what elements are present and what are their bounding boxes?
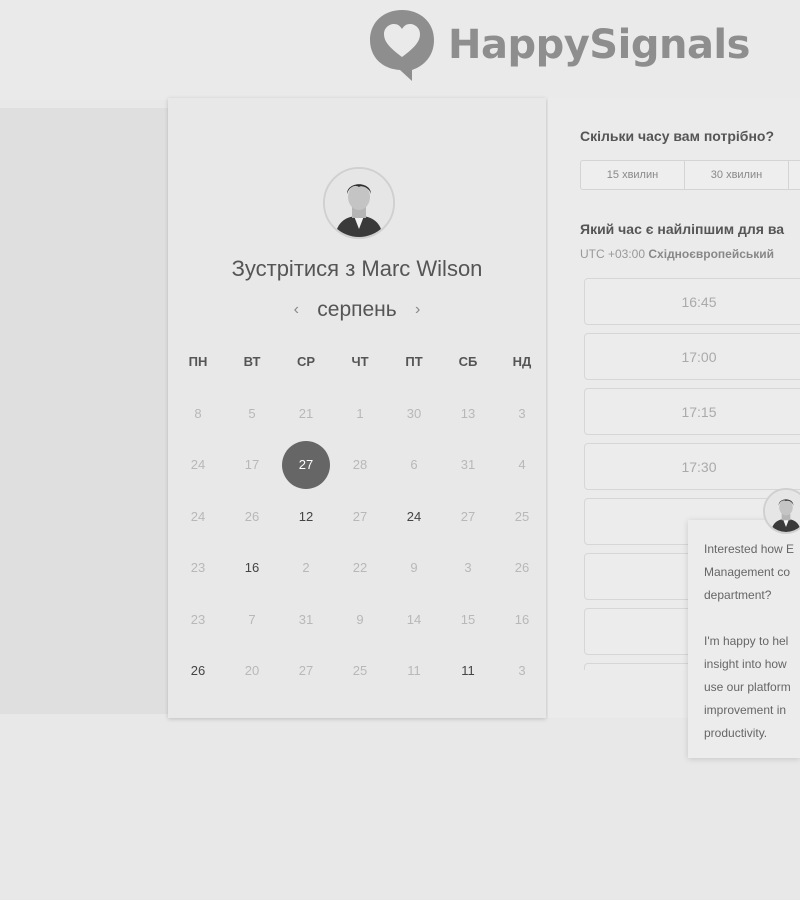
timezone-offset: UTC +03:00 <box>580 247 646 261</box>
calendar-day[interactable]: 20 <box>228 647 276 695</box>
calendar-day[interactable]: 1 <box>336 390 384 438</box>
time-question: Який час є найліпшим для ва <box>580 221 785 237</box>
calendar-day[interactable]: 16 <box>498 596 546 644</box>
calendar-day[interactable]: 2 <box>282 544 330 592</box>
time-slot[interactable]: 16:45 <box>584 278 800 325</box>
person-icon <box>325 169 393 237</box>
host-avatar <box>323 167 395 239</box>
calendar-day[interactable]: 26 <box>498 544 546 592</box>
duration-question: Скільки часу вам потрібно? <box>580 128 775 144</box>
header: HappySignals <box>0 0 800 100</box>
brand-name: HappySignals <box>448 22 750 68</box>
calendar-day[interactable]: 22 <box>336 544 384 592</box>
duration-option[interactable]: 15 хвилин <box>581 161 685 189</box>
person-icon <box>765 490 800 532</box>
calendar-day[interactable]: 4 <box>498 441 546 489</box>
timezone-label: UTC +03:00 Східноєвропейський <box>580 247 774 261</box>
duration-options: 15 хвилин 30 хвилин <box>580 160 800 190</box>
chat-message: Interested how E Management co departmen… <box>704 542 795 740</box>
calendar-day[interactable]: 11 <box>390 647 438 695</box>
calendar-day[interactable]: 31 <box>282 596 330 644</box>
weekday-header: ПН ВТ СР ЧТ ПТ СБ НД <box>169 354 547 376</box>
weekday-label: ПН <box>188 354 208 369</box>
weekday-label: НД <box>512 354 532 369</box>
calendar-day[interactable]: 26 <box>228 493 276 541</box>
calendar-day[interactable]: 27 <box>444 493 492 541</box>
calendar-day[interactable]: 9 <box>390 544 438 592</box>
calendar-day[interactable]: 27 <box>282 647 330 695</box>
calendar-day[interactable]: 11 <box>444 647 492 695</box>
calendar-day[interactable]: 15 <box>444 596 492 644</box>
time-slot-label: 17:15 <box>681 404 717 420</box>
calendar-day[interactable]: 27 <box>336 493 384 541</box>
month-label: серпень <box>317 298 397 321</box>
calendar-day[interactable]: 26 <box>174 647 222 695</box>
time-slot-label: 17:30 <box>681 459 717 475</box>
calendar-day[interactable]: 16 <box>228 544 276 592</box>
duration-option[interactable] <box>789 161 800 189</box>
weekday-label: СБ <box>458 354 478 369</box>
time-slot[interactable]: 17:15 <box>584 388 800 435</box>
time-slot[interactable]: 17:00 <box>584 333 800 380</box>
calendar-day[interactable]: 8 <box>174 390 222 438</box>
calendar-day[interactable]: 25 <box>336 647 384 695</box>
calendar-day[interactable]: 24 <box>390 493 438 541</box>
calendar-day[interactable]: 21 <box>282 390 330 438</box>
happysignals-logo[interactable]: HappySignals <box>368 8 750 82</box>
weekday-label: СР <box>296 354 316 369</box>
heart-speech-bubble-icon <box>370 10 434 81</box>
chat-popup: Interested how E Management co departmen… <box>688 520 800 758</box>
calendar-day[interactable]: 5 <box>228 390 276 438</box>
calendar-day[interactable]: 31 <box>444 441 492 489</box>
booking-card: Зустрітися з Marc Wilson ‹ серпень › ПН В… <box>168 98 546 718</box>
calendar-day[interactable]: 7 <box>228 596 276 644</box>
weekday-label: ЧТ <box>351 354 369 369</box>
calendar-grid: 8 5 21 1 30 13 3 24 17 27 28 6 31 4 24 26 12 27 24 27 25 23 16… <box>169 390 547 700</box>
left-panel <box>0 108 168 714</box>
duration-option[interactable]: 30 хвилин <box>685 161 789 189</box>
time-slot-label: 17:00 <box>681 349 717 365</box>
calendar-day[interactable]: 12 <box>282 493 330 541</box>
calendar-day[interactable]: 9 <box>336 596 384 644</box>
calendar-day[interactable]: 24 <box>174 493 222 541</box>
timezone-name: Східноєвропейський <box>648 247 775 261</box>
calendar-day[interactable]: 28 <box>336 441 384 489</box>
calendar-day[interactable]: 6 <box>390 441 438 489</box>
calendar-day[interactable]: 24 <box>174 441 222 489</box>
prev-month-icon[interactable]: ‹ <box>289 301 303 319</box>
weekday-label: ВТ <box>243 354 261 369</box>
calendar-day[interactable]: 14 <box>390 596 438 644</box>
calendar-day[interactable]: 23 <box>174 596 222 644</box>
meet-title: Зустрітися з Marc Wilson <box>231 256 483 281</box>
time-slot[interactable]: 17:30 <box>584 443 800 490</box>
calendar-day[interactable]: 13 <box>444 390 492 438</box>
calendar-day[interactable]: 25 <box>498 493 546 541</box>
calendar-day[interactable]: 27 <box>282 441 330 490</box>
calendar-day[interactable]: 3 <box>444 544 492 592</box>
month-navigator: ‹ серпень › <box>168 298 546 322</box>
calendar-day[interactable]: 30 <box>390 390 438 438</box>
time-slot-label: 16:45 <box>681 294 717 310</box>
calendar-day[interactable]: 3 <box>498 390 546 438</box>
next-month-icon[interactable]: › <box>411 301 425 319</box>
calendar-day[interactable]: 23 <box>174 544 222 592</box>
calendar-day[interactable]: 17 <box>228 441 276 489</box>
calendar-day[interactable]: 3 <box>498 647 546 695</box>
weekday-label: ПТ <box>405 354 423 369</box>
